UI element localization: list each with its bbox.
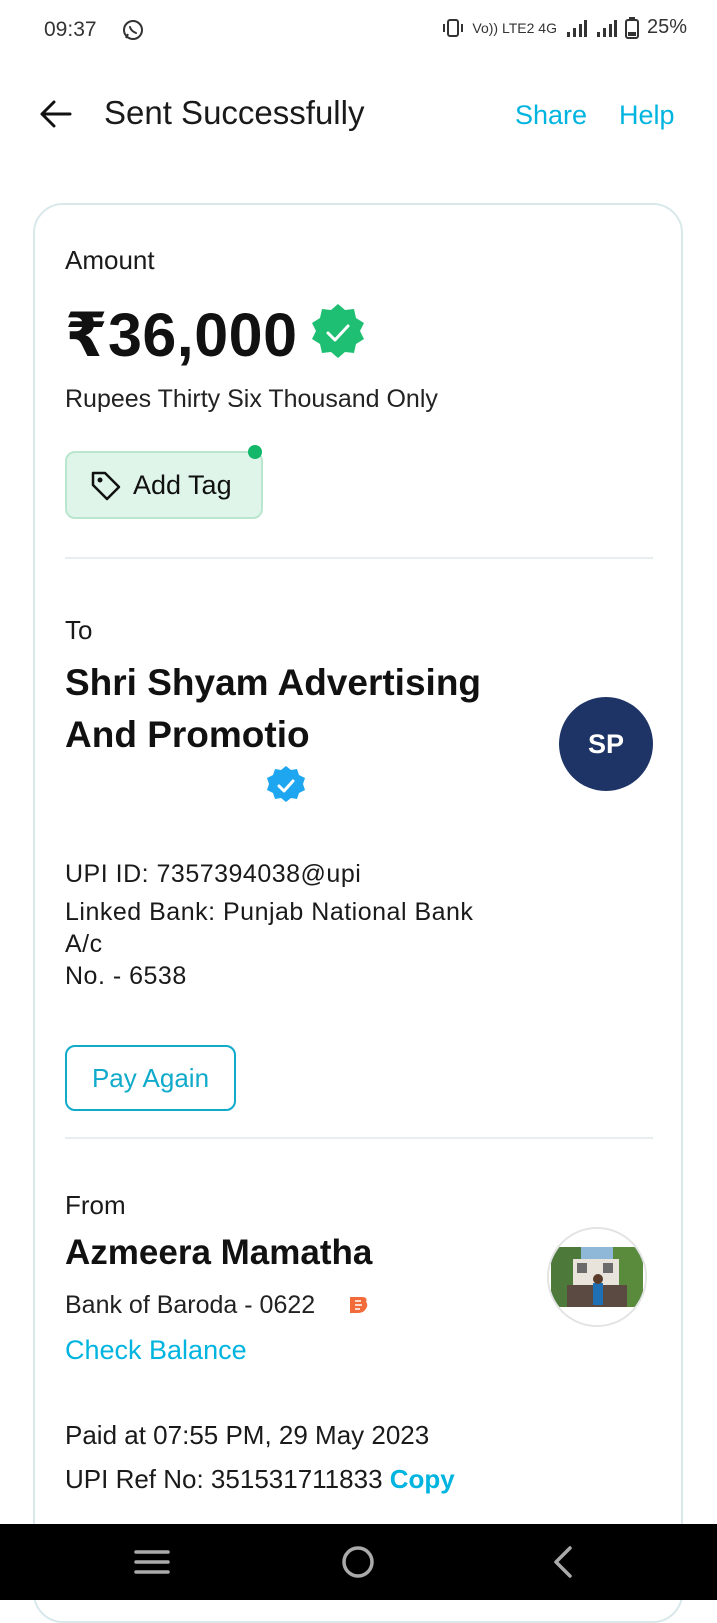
payer-avatar (547, 1227, 647, 1327)
home-icon[interactable] (338, 1542, 378, 1582)
signal-icon (566, 19, 587, 37)
help-button[interactable]: Help (619, 100, 675, 131)
payer-name: Azmeera Mamatha (65, 1233, 373, 1272)
divider (65, 557, 653, 559)
linked-bank: Linked Bank: Punjab National Bank (65, 898, 474, 926)
amount-in-words: Rupees Thirty Six Thousand Only (65, 385, 438, 413)
divider (65, 1137, 653, 1139)
arrow-left-icon[interactable] (36, 94, 76, 134)
payee-avatar: SP (559, 697, 653, 791)
bank-of-baroda-icon (350, 1297, 368, 1313)
page-title: Sent Successfully (104, 94, 365, 131)
status-bar: 09:37 Vo)) LTE2 4G 25% (0, 0, 717, 60)
menu-icon[interactable] (132, 1542, 172, 1582)
system-nav-bar (0, 1524, 717, 1600)
payee-name: Shri Shyam Advertising And Promotio (65, 662, 482, 755)
tag-icon (91, 471, 121, 501)
new-indicator-dot (248, 445, 262, 459)
battery-icon (624, 16, 639, 39)
verified-badge-icon (312, 304, 364, 358)
check-balance-link[interactable]: Check Balance (65, 1335, 247, 1366)
add-tag-button[interactable]: Add Tag (65, 451, 263, 519)
share-button[interactable]: Share (515, 100, 587, 131)
linked-bank-number: No. - 6538 (65, 962, 187, 990)
profile-photo-icon (549, 1229, 645, 1325)
upi-id: UPI ID: 7357394038@upi (65, 860, 362, 888)
from-label: From (65, 1190, 126, 1220)
vibrate-icon (443, 18, 464, 37)
linked-bank-ac: A/c (65, 930, 103, 958)
pay-again-button[interactable]: Pay Again (65, 1045, 236, 1111)
battery-percent: 25% (646, 16, 687, 38)
status-time: 09:37 (44, 18, 97, 41)
network-info: Vo)) LTE2 4G (472, 19, 557, 36)
amount-value: ₹36,000 (65, 301, 298, 369)
upi-ref-line: UPI Ref No: 351531711833 Copy (65, 1464, 455, 1495)
amount-label: Amount (65, 245, 155, 275)
upi-ref: UPI Ref No: 351531711833 (65, 1464, 383, 1494)
app-bar: Sent Successfully Share Help (0, 80, 717, 152)
add-tag-label: Add Tag (133, 470, 232, 500)
signal-icon-2 (596, 19, 617, 37)
payer-bank: Bank of Baroda - 0622 (65, 1291, 316, 1319)
to-label: To (65, 615, 93, 645)
copy-button[interactable]: Copy (390, 1464, 455, 1494)
transaction-card: Amount ₹36,000 Rupees Thirty Six Thousan… (33, 203, 683, 1623)
status-icons: Vo)) LTE2 4G 25% (442, 16, 687, 39)
verified-badge-icon (267, 766, 305, 802)
back-nav-icon[interactable] (544, 1542, 584, 1582)
paid-at: Paid at 07:55 PM, 29 May 2023 (65, 1420, 430, 1450)
whatsapp-notification-icon (123, 20, 143, 40)
